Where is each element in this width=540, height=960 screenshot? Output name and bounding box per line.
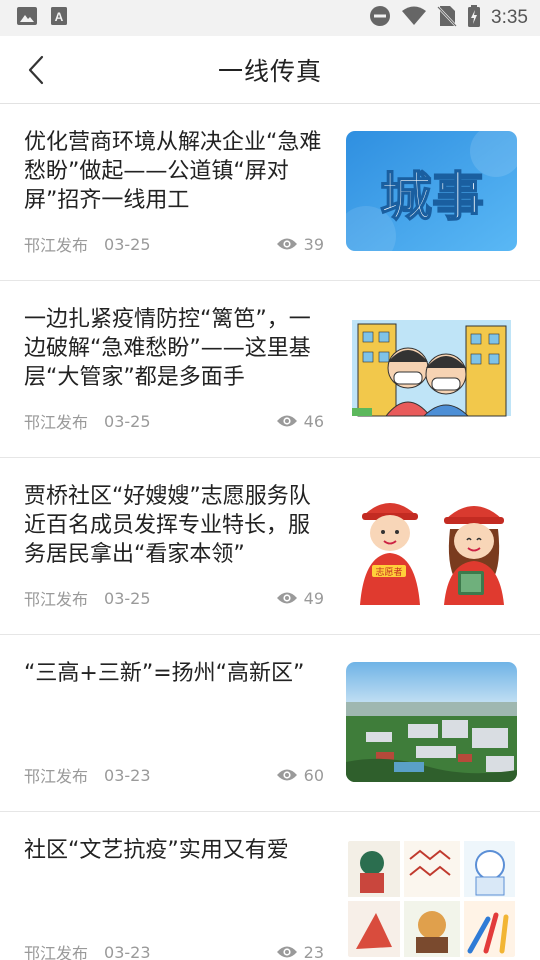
aerial-city-photo — [346, 662, 517, 782]
article-meta: 邗江发布 03-23 60 — [24, 763, 324, 787]
article-title[interactable]: 优化营商环境从解决企业“急难愁盼”做起——公道镇“屏对屏”招齐一线用工 — [24, 128, 326, 215]
article-item[interactable]: 一边扎紧疫情防控“篱笆”，一边破解“急难愁盼”——这里基层“大管家”都是多面手 … — [0, 281, 540, 458]
eye-icon — [276, 592, 297, 604]
status-time: 3:35 — [491, 7, 528, 28]
article-date: 03-25 — [104, 411, 151, 431]
svg-text:A: A — [55, 10, 64, 24]
article-thumbnail[interactable]: 城事 — [346, 131, 517, 251]
no-sim-icon — [437, 5, 457, 31]
do-not-disturb-icon — [369, 5, 391, 31]
article-title[interactable]: 贾桥社区“好嫂嫂”志愿服务队近百名成员发挥专业特长，服务居民拿出“看家本领” — [24, 482, 326, 569]
article-meta: 邗江发布 03-25 39 — [24, 232, 324, 256]
article-date: 03-23 — [104, 765, 151, 785]
article-item[interactable]: 社区“文艺抗疫”实用又有爱 邗江发布 03-23 23 — [0, 812, 540, 960]
article-item[interactable]: 贾桥社区“好嫂嫂”志愿服务队近百名成员发挥专业特长，服务居民拿出“看家本领” 邗… — [0, 458, 540, 635]
app-bar: 一线传真 — [0, 36, 540, 104]
article-source: 邗江发布 — [24, 413, 89, 432]
chevron-left-icon — [28, 55, 44, 85]
article-source: 邗江发布 — [24, 767, 89, 786]
wifi-icon — [401, 6, 427, 30]
article-thumbnail[interactable] — [346, 308, 517, 428]
view-count-value: 23 — [303, 942, 324, 960]
view-count: 23 — [276, 943, 324, 960]
view-count-value: 46 — [303, 411, 324, 431]
article-meta: 邗江发布 03-25 46 — [24, 409, 324, 433]
article-title[interactable]: 一边扎紧疫情防控“篱笆”，一边破解“急难愁盼”——这里基层“大管家”都是多面手 — [24, 305, 326, 392]
eye-icon — [276, 769, 297, 781]
article-title[interactable]: “三高+三新”=扬州“高新区” — [24, 659, 326, 688]
article-source: 邗江发布 — [24, 590, 89, 609]
view-count-value: 39 — [303, 234, 324, 254]
article-item[interactable]: 优化营商环境从解决企业“急难愁盼”做起——公道镇“屏对屏”招齐一线用工 邗江发布… — [0, 104, 540, 281]
view-count: 49 — [276, 589, 324, 608]
article-list: 优化营商环境从解决企业“急难愁盼”做起——公道镇“屏对屏”招齐一线用工 邗江发布… — [0, 104, 540, 960]
article-date: 03-25 — [104, 588, 151, 608]
view-count: 39 — [276, 235, 324, 254]
view-count-value: 60 — [303, 765, 324, 785]
masked-workers-illustration — [346, 308, 517, 428]
image-icon — [16, 6, 38, 30]
volunteers-illustration: 志愿者 — [346, 485, 517, 605]
article-source: 邗江发布 — [24, 236, 89, 255]
article-source: 邗江发布 — [24, 944, 89, 960]
volunteer-vest-label: 志愿者 — [375, 566, 402, 578]
article-thumbnail[interactable] — [346, 662, 517, 782]
article-date: 03-23 — [104, 942, 151, 960]
page-title: 一线传真 — [217, 56, 322, 86]
article-meta: 邗江发布 03-25 49 — [24, 586, 324, 610]
view-count: 60 — [276, 766, 324, 785]
view-count: 46 — [276, 412, 324, 431]
article-meta: 邗江发布 03-23 23 — [24, 940, 324, 960]
eye-icon — [276, 946, 297, 958]
article-date: 03-25 — [104, 234, 151, 254]
status-bar: A 3:35 — [0, 0, 540, 36]
thumb-banner-text: 城事 — [380, 168, 484, 228]
art-collage-image — [346, 839, 517, 959]
article-title[interactable]: 社区“文艺抗疫”实用又有爱 — [24, 836, 326, 865]
view-count-value: 49 — [303, 588, 324, 608]
eye-icon — [276, 238, 297, 250]
city-news-banner: 城事 — [346, 131, 517, 251]
article-item[interactable]: “三高+三新”=扬州“高新区” 邗江发布 03-23 60 — [0, 635, 540, 812]
article-thumbnail[interactable] — [346, 839, 517, 959]
article-thumbnail[interactable]: 志愿者 — [346, 485, 517, 605]
eye-icon — [276, 415, 297, 427]
text-a-icon: A — [50, 6, 68, 30]
back-button[interactable] — [18, 52, 54, 88]
battery-charging-icon — [467, 5, 481, 31]
